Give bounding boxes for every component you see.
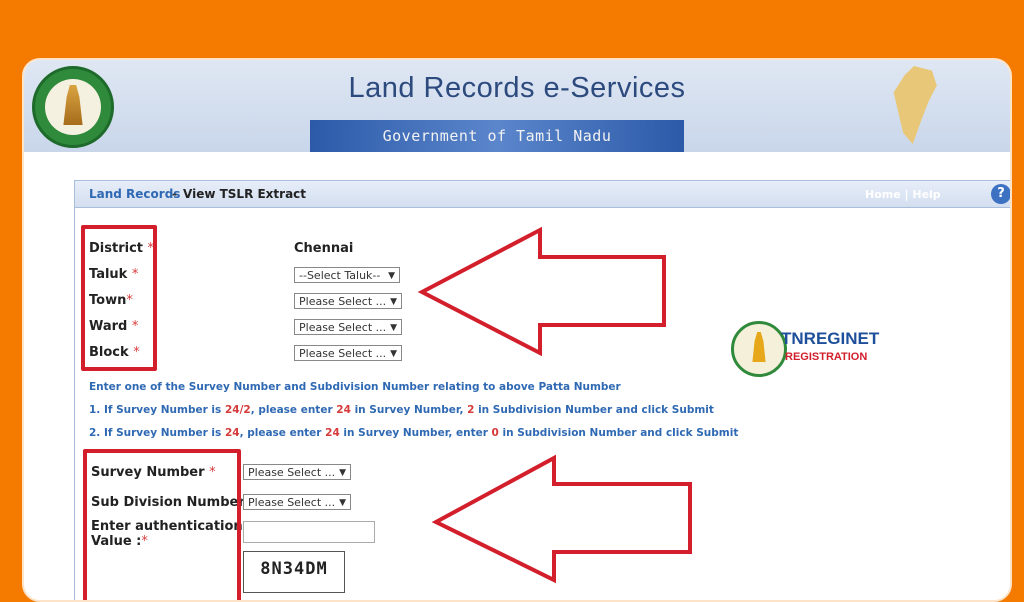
arrow-location-fields xyxy=(417,226,666,357)
screenshot-frame: Land Records e-Services Government of Ta… xyxy=(22,58,1012,602)
arrow-survey-fields xyxy=(431,454,692,584)
annotation-arrows xyxy=(417,226,692,584)
